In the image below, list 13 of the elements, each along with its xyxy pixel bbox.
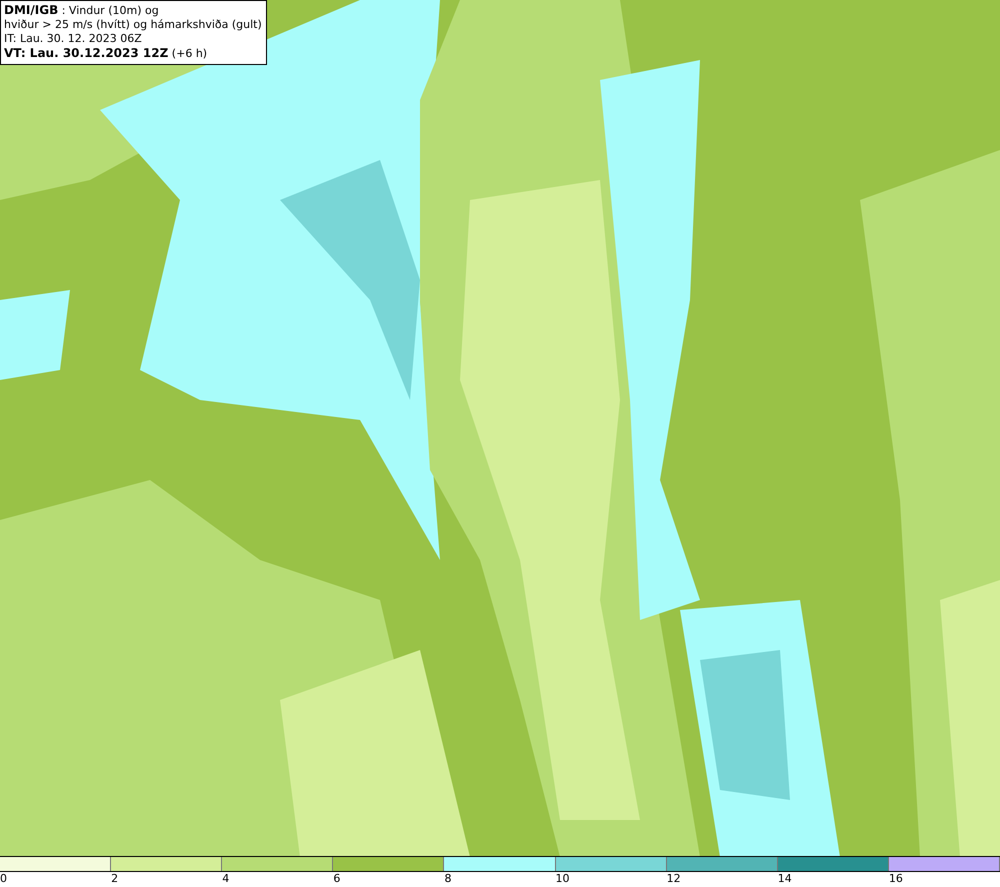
legend-label: 12 [666,872,681,887]
legend-label: 6 [333,872,340,887]
info-text: VT: Lau. 30.12.2023 12Z (+6 h) [4,46,208,61]
legend-label: 4 [222,872,230,887]
legend-label: 16 [888,872,903,887]
info-text: IT: Lau. 30. 12. 2023 06Z [4,32,143,46]
legend-label: 0 [0,872,7,887]
legend-label: 10 [556,872,570,887]
info-text: hviður > 25 m/s (hvítt) og hámarkshviða (gult) [4,18,262,32]
legend-label: 8 [444,872,452,887]
legend-label: 14 [778,872,792,887]
info-text: DMI/IGB : Vindur (10m) og [4,3,160,18]
legend-label: 2 [111,872,118,887]
